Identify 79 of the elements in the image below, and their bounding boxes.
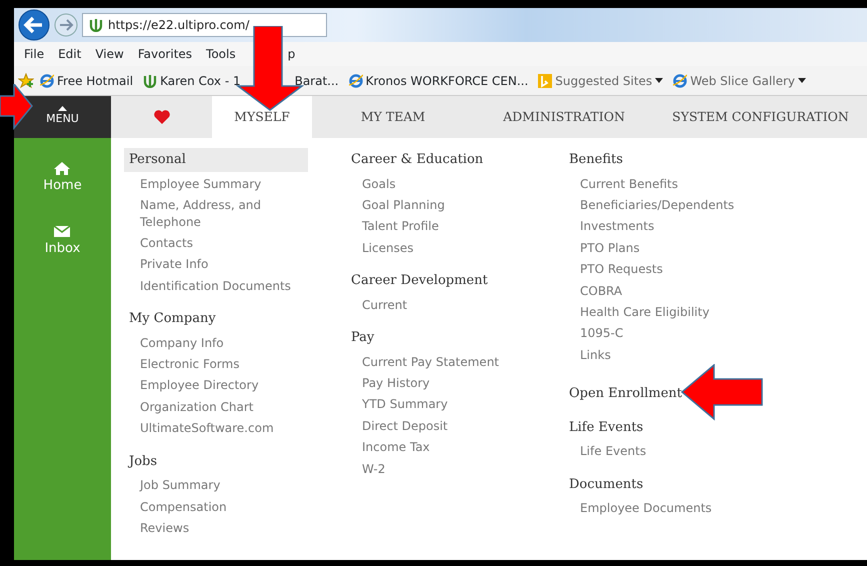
menu-link[interactable]: Current Pay Statement	[346, 352, 499, 373]
bookmark-link[interactable]: Barat...	[294, 72, 339, 90]
menu-link[interactable]: 1095-C	[564, 323, 624, 345]
menu-link[interactable]: Current Benefits	[564, 174, 678, 195]
menu-link[interactable]: UltimateSoftware.com	[124, 418, 274, 440]
bookmark-link[interactable]: Karen Cox - 1	[143, 72, 241, 90]
menu-link[interactable]: Income Tax	[346, 437, 430, 459]
menu-link[interactable]: YTD Summary	[346, 394, 448, 416]
menu-link[interactable]: Goals	[346, 174, 396, 195]
menu-link[interactable]: PTO Plans	[564, 238, 640, 260]
bookmark-link[interactable]: Free Hotmail	[40, 72, 134, 90]
favorites-star-icon	[18, 72, 34, 88]
menu-link[interactable]: Employee Documents	[564, 498, 712, 520]
bing-icon	[538, 74, 552, 88]
menu-link[interactable]: Contacts	[124, 232, 193, 254]
menu-link[interactable]: Goal Planning	[346, 194, 445, 216]
menu-item[interactable]: View	[93, 45, 132, 63]
bookmark-link[interactable]: Web Slice Gallery	[673, 72, 806, 90]
menu-item[interactable]: p	[286, 45, 304, 63]
menu-item[interactable]: Tools	[204, 45, 244, 63]
menu-link[interactable]: Employee Summary	[124, 174, 262, 195]
menu-link[interactable]: Name, Address, and Telephone	[124, 196, 320, 231]
section-heading: Benefits	[568, 151, 624, 169]
menu-link[interactable]: Life Events	[564, 441, 646, 463]
ie-page-icon	[40, 74, 54, 88]
sidebar-item[interactable]: Inbox	[38, 222, 86, 259]
menu-link[interactable]: Links	[564, 344, 611, 366]
home-icon	[54, 161, 70, 176]
menu-link[interactable]: Employee Directory	[124, 375, 259, 397]
back-button[interactable]	[18, 9, 50, 41]
menu-link[interactable]: Job Summary	[124, 475, 220, 497]
menu-link[interactable]: Organization Chart	[124, 396, 254, 418]
nav-tab[interactable]: MY TEAM	[312, 96, 474, 138]
bookmark-link[interactable]: Suggested Sites	[538, 72, 664, 90]
menu-link[interactable]: Company Info	[124, 332, 224, 354]
menu-link[interactable]: Pay History	[346, 372, 430, 394]
caret-up-icon	[58, 106, 67, 112]
menu-link[interactable]: Beneficiaries/Dependents	[564, 194, 734, 216]
section-heading: Documents	[568, 476, 644, 494]
ultipro-icon	[143, 74, 158, 88]
menu-link[interactable]: Reviews	[124, 518, 190, 540]
menu-link[interactable]: Compensation	[124, 496, 227, 518]
arrow-annotation	[0, 84, 34, 130]
ultipro-icon	[89, 18, 103, 32]
nav-tab[interactable]: MYSELF	[212, 96, 312, 138]
section-heading: Career & Education	[350, 151, 484, 169]
menu-link[interactable]: Talent Profile	[346, 216, 439, 238]
menu-link[interactable]: Identification Documents	[124, 276, 291, 298]
ie-page-icon	[348, 74, 363, 88]
menu-link[interactable]: Current	[346, 294, 408, 316]
menu-item[interactable]: Edit	[56, 45, 90, 63]
section-heading: Open Enrollment	[568, 385, 684, 404]
nav-tab[interactable]: SYSTEM CONFIGURATION	[654, 96, 867, 138]
heart-icon	[154, 110, 170, 124]
bookmark-link[interactable]: Kronos WORKFORCE CEN...	[348, 72, 528, 90]
menu-link[interactable]: Private Info	[124, 254, 208, 276]
menu-link[interactable]: Electronic Forms	[124, 354, 240, 376]
menu-link[interactable]: COBRA	[564, 280, 622, 302]
section-heading: Career Development	[350, 272, 489, 290]
address-field[interactable]: https://e22.ultipro.com/	[82, 13, 327, 37]
menu-link[interactable]: Direct Deposit	[346, 416, 448, 438]
menu-button[interactable]: MENU	[14, 96, 111, 138]
section-heading: Personal	[124, 148, 308, 172]
menu-link[interactable]: Licenses	[346, 238, 414, 260]
nav-tab[interactable]: ADMINISTRATION	[474, 96, 654, 138]
menu-item[interactable]: Favorites	[136, 45, 200, 63]
section-heading: Jobs	[126, 452, 158, 471]
menu-link[interactable]: Health Care Eligibility	[564, 302, 710, 324]
menu-item[interactable]: File	[22, 45, 52, 63]
menu-link[interactable]: PTO Requests	[564, 259, 663, 281]
forward-button[interactable]	[54, 13, 78, 37]
mail-icon	[54, 224, 70, 238]
section-heading: Pay	[350, 329, 376, 348]
menu-link[interactable]: Investments	[564, 216, 654, 238]
menu-link[interactable]: W-2	[346, 458, 386, 480]
ie-page-icon	[673, 74, 688, 88]
section-heading: My Company	[128, 310, 217, 328]
section-heading: Life Events	[568, 418, 644, 437]
sidebar-item[interactable]: Home	[37, 160, 88, 196]
